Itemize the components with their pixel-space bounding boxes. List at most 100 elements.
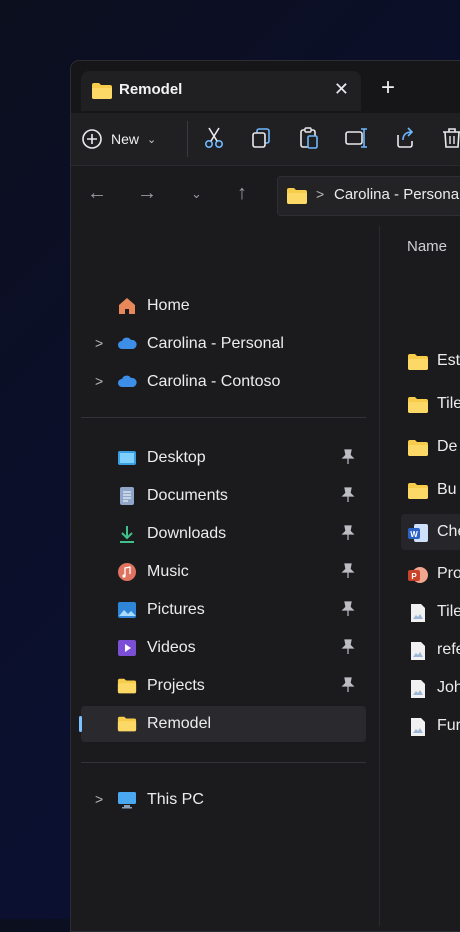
sidebar-item-documents[interactable]: Documents (81, 478, 366, 514)
list-item[interactable]: refe (401, 632, 460, 668)
list-item[interactable]: Tile (401, 386, 460, 422)
sidebar-item-label: Desktop (147, 449, 206, 466)
sidebar-item-pictures[interactable]: Pictures (81, 592, 366, 628)
sidebar-item-desktop[interactable]: Desktop (81, 440, 366, 476)
folder-icon (117, 678, 137, 694)
new-button[interactable]: New ⌄ (81, 125, 156, 153)
share-icon[interactable] (391, 125, 417, 151)
sidebar-item-label: Carolina - Personal (147, 335, 284, 352)
pin-icon[interactable] (340, 639, 356, 655)
tab-bar: Remodel ✕ + (71, 61, 460, 113)
folder-icon (408, 397, 428, 413)
documents-icon (120, 487, 134, 505)
sidebar-item-remodel[interactable]: Remodel (79, 706, 366, 742)
pictures-icon (118, 602, 136, 618)
chevron-right-icon[interactable]: > (95, 791, 103, 807)
selection-indicator (79, 716, 82, 732)
file-name: Fur (437, 717, 460, 734)
pin-icon[interactable] (340, 563, 356, 579)
folder-icon (408, 483, 428, 499)
cloud-icon (118, 375, 137, 387)
file-name: Bu (437, 481, 457, 498)
list-item[interactable]: Tile (401, 594, 460, 630)
svg-text:W: W (410, 530, 418, 539)
folder-icon (117, 716, 137, 732)
breadcrumb-item[interactable]: Carolina - Persona (334, 186, 459, 203)
file-name: Tile (437, 603, 460, 620)
pane-splitter[interactable] (379, 226, 380, 926)
cloud-icon (118, 337, 137, 349)
file-name: Joh (437, 679, 460, 696)
home-icon (119, 298, 135, 314)
pin-icon[interactable] (340, 487, 356, 503)
sidebar-item-label: Documents (147, 487, 228, 504)
sidebar-item-this-pc[interactable]: > This PC (81, 782, 366, 818)
sidebar-item-label: Projects (147, 677, 205, 694)
list-item[interactable]: Joh (401, 670, 460, 706)
file-name: De (437, 438, 458, 455)
forward-icon[interactable]: → (137, 182, 157, 205)
add-circle-icon (82, 129, 102, 149)
sidebar-item-label: Carolina - Contoso (147, 373, 281, 390)
tab-remodel[interactable]: Remodel ✕ (81, 71, 361, 111)
column-header-name[interactable]: Name (407, 238, 447, 255)
paste-icon[interactable] (296, 125, 322, 151)
recent-locations-chevron-icon[interactable]: ⌄ (191, 186, 202, 202)
breadcrumb-separator-icon: > (316, 186, 325, 202)
sidebar-item-carolina-contoso[interactable]: > Carolina - Contoso (81, 364, 366, 400)
up-icon[interactable]: ↑ (237, 182, 247, 205)
list-item[interactable]: P Proj (401, 556, 460, 592)
image-file-icon (411, 718, 425, 736)
sidebar-item-carolina-personal[interactable]: > Carolina - Personal (81, 326, 366, 362)
list-item[interactable]: W Che (401, 514, 460, 550)
cut-icon[interactable] (201, 125, 227, 151)
sidebar-item-projects[interactable]: Projects (81, 668, 366, 704)
file-name: Che (437, 523, 460, 540)
folder-icon (408, 440, 428, 456)
sidebar-item-videos[interactable]: Videos (81, 630, 366, 666)
sidebar-item-label: Downloads (147, 525, 227, 542)
file-name: Est (437, 352, 460, 369)
list-item[interactable]: Bu (401, 472, 460, 508)
delete-icon[interactable] (439, 125, 460, 151)
sidebar-item-downloads[interactable]: Downloads (81, 516, 366, 552)
list-item[interactable]: Est (401, 343, 460, 379)
navigation-pane: Home > Carolina - Personal > Carolina - … (71, 226, 379, 926)
new-tab-button[interactable]: + (373, 74, 403, 104)
address-bar-row: ← → ⌄ ↑ > Carolina - Persona (71, 166, 460, 222)
pin-icon[interactable] (340, 525, 356, 541)
toolbar-divider (187, 121, 188, 157)
pc-icon (118, 792, 136, 809)
rename-icon[interactable] (343, 125, 369, 151)
folder-icon (408, 354, 428, 370)
copy-icon[interactable] (248, 125, 274, 151)
sidebar-item-label: Remodel (147, 715, 212, 732)
pin-icon[interactable] (340, 449, 356, 465)
sidebar-item-home[interactable]: Home (81, 288, 366, 324)
file-explorer-window: Remodel ✕ + New ⌄ ← → ⌄ ↑ > Carolina - P… (70, 60, 460, 932)
breadcrumb[interactable]: > Carolina - Persona (277, 176, 460, 216)
tab-title: Remodel (119, 81, 183, 98)
file-name: Proj (437, 565, 460, 582)
word-icon: W (408, 524, 428, 542)
file-name: Tile (437, 395, 460, 412)
chevron-right-icon[interactable]: > (95, 335, 103, 351)
desktop-icon (118, 451, 136, 465)
videos-icon (118, 640, 136, 656)
folder-icon (92, 83, 112, 99)
sidebar-divider (81, 762, 366, 763)
downloads-icon (120, 526, 134, 543)
sidebar-item-label: Pictures (147, 601, 205, 618)
close-tab-icon[interactable]: ✕ (334, 79, 349, 100)
back-icon[interactable]: ← (87, 182, 107, 205)
sidebar-item-music[interactable]: Music (81, 554, 366, 590)
list-item[interactable]: De (401, 429, 460, 465)
svg-text:P: P (411, 572, 417, 581)
pin-icon[interactable] (340, 601, 356, 617)
sidebar-item-label: Home (147, 297, 190, 314)
chevron-right-icon[interactable]: > (95, 373, 103, 389)
pin-icon[interactable] (340, 677, 356, 693)
sidebar-item-label: This PC (147, 791, 204, 808)
chevron-down-icon: ⌄ (147, 133, 157, 146)
list-item[interactable]: Fur (401, 708, 460, 744)
